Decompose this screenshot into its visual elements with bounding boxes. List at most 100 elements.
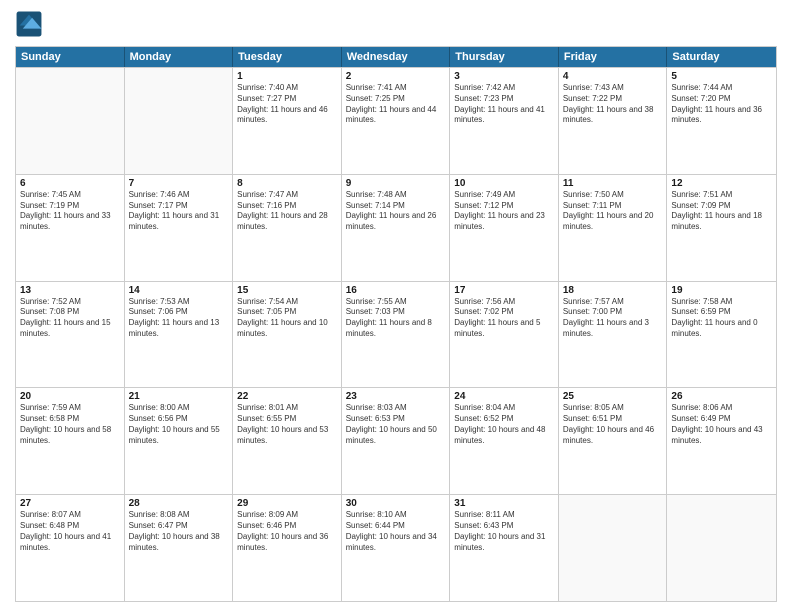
- day-detail: Sunrise: 8:07 AM Sunset: 6:48 PM Dayligh…: [20, 510, 120, 553]
- calendar-cell: 27Sunrise: 8:07 AM Sunset: 6:48 PM Dayli…: [16, 495, 125, 601]
- day-detail: Sunrise: 7:54 AM Sunset: 7:05 PM Dayligh…: [237, 297, 337, 340]
- calendar-cell: 28Sunrise: 8:08 AM Sunset: 6:47 PM Dayli…: [125, 495, 234, 601]
- day-detail: Sunrise: 7:48 AM Sunset: 7:14 PM Dayligh…: [346, 190, 446, 233]
- calendar-cell: [16, 68, 125, 174]
- calendar-cell: 31Sunrise: 8:11 AM Sunset: 6:43 PM Dayli…: [450, 495, 559, 601]
- calendar: SundayMondayTuesdayWednesdayThursdayFrid…: [15, 46, 777, 602]
- day-number: 8: [237, 178, 337, 189]
- calendar-cell: 19Sunrise: 7:58 AM Sunset: 6:59 PM Dayli…: [667, 282, 776, 388]
- day-number: 20: [20, 391, 120, 402]
- day-detail: Sunrise: 7:42 AM Sunset: 7:23 PM Dayligh…: [454, 83, 554, 126]
- calendar-cell: 22Sunrise: 8:01 AM Sunset: 6:55 PM Dayli…: [233, 388, 342, 494]
- calendar-cell: [125, 68, 234, 174]
- calendar-cell: 10Sunrise: 7:49 AM Sunset: 7:12 PM Dayli…: [450, 175, 559, 281]
- calendar-cell: 12Sunrise: 7:51 AM Sunset: 7:09 PM Dayli…: [667, 175, 776, 281]
- calendar-cell: 14Sunrise: 7:53 AM Sunset: 7:06 PM Dayli…: [125, 282, 234, 388]
- day-number: 12: [671, 178, 772, 189]
- day-number: 16: [346, 285, 446, 296]
- calendar-cell: 21Sunrise: 8:00 AM Sunset: 6:56 PM Dayli…: [125, 388, 234, 494]
- header: [15, 10, 777, 38]
- day-detail: Sunrise: 7:44 AM Sunset: 7:20 PM Dayligh…: [671, 83, 772, 126]
- weekday-header: Friday: [559, 47, 668, 67]
- day-number: 29: [237, 498, 337, 509]
- calendar-cell: [559, 495, 668, 601]
- day-detail: Sunrise: 7:41 AM Sunset: 7:25 PM Dayligh…: [346, 83, 446, 126]
- day-detail: Sunrise: 7:57 AM Sunset: 7:00 PM Dayligh…: [563, 297, 663, 340]
- calendar-cell: 29Sunrise: 8:09 AM Sunset: 6:46 PM Dayli…: [233, 495, 342, 601]
- day-number: 11: [563, 178, 663, 189]
- day-detail: Sunrise: 7:49 AM Sunset: 7:12 PM Dayligh…: [454, 190, 554, 233]
- day-number: 13: [20, 285, 120, 296]
- page: SundayMondayTuesdayWednesdayThursdayFrid…: [0, 0, 792, 612]
- calendar-cell: 6Sunrise: 7:45 AM Sunset: 7:19 PM Daylig…: [16, 175, 125, 281]
- calendar-cell: 15Sunrise: 7:54 AM Sunset: 7:05 PM Dayli…: [233, 282, 342, 388]
- day-detail: Sunrise: 7:45 AM Sunset: 7:19 PM Dayligh…: [20, 190, 120, 233]
- day-detail: Sunrise: 7:56 AM Sunset: 7:02 PM Dayligh…: [454, 297, 554, 340]
- calendar-row: 27Sunrise: 8:07 AM Sunset: 6:48 PM Dayli…: [16, 494, 776, 601]
- day-detail: Sunrise: 8:04 AM Sunset: 6:52 PM Dayligh…: [454, 403, 554, 446]
- day-number: 25: [563, 391, 663, 402]
- day-number: 5: [671, 71, 772, 82]
- day-number: 15: [237, 285, 337, 296]
- calendar-row: 6Sunrise: 7:45 AM Sunset: 7:19 PM Daylig…: [16, 174, 776, 281]
- calendar-cell: 16Sunrise: 7:55 AM Sunset: 7:03 PM Dayli…: [342, 282, 451, 388]
- day-number: 24: [454, 391, 554, 402]
- calendar-cell: 1Sunrise: 7:40 AM Sunset: 7:27 PM Daylig…: [233, 68, 342, 174]
- day-number: 28: [129, 498, 229, 509]
- day-detail: Sunrise: 8:03 AM Sunset: 6:53 PM Dayligh…: [346, 403, 446, 446]
- day-detail: Sunrise: 8:01 AM Sunset: 6:55 PM Dayligh…: [237, 403, 337, 446]
- calendar-cell: 24Sunrise: 8:04 AM Sunset: 6:52 PM Dayli…: [450, 388, 559, 494]
- calendar-cell: 13Sunrise: 7:52 AM Sunset: 7:08 PM Dayli…: [16, 282, 125, 388]
- day-number: 30: [346, 498, 446, 509]
- calendar-cell: 17Sunrise: 7:56 AM Sunset: 7:02 PM Dayli…: [450, 282, 559, 388]
- day-detail: Sunrise: 8:10 AM Sunset: 6:44 PM Dayligh…: [346, 510, 446, 553]
- weekday-header: Tuesday: [233, 47, 342, 67]
- calendar-body: 1Sunrise: 7:40 AM Sunset: 7:27 PM Daylig…: [16, 67, 776, 601]
- day-detail: Sunrise: 8:06 AM Sunset: 6:49 PM Dayligh…: [671, 403, 772, 446]
- calendar-row: 20Sunrise: 7:59 AM Sunset: 6:58 PM Dayli…: [16, 387, 776, 494]
- day-number: 9: [346, 178, 446, 189]
- day-detail: Sunrise: 8:09 AM Sunset: 6:46 PM Dayligh…: [237, 510, 337, 553]
- weekday-header: Monday: [125, 47, 234, 67]
- logo-icon: [15, 10, 43, 38]
- weekday-header: Wednesday: [342, 47, 451, 67]
- day-number: 4: [563, 71, 663, 82]
- day-number: 19: [671, 285, 772, 296]
- logo: [15, 10, 47, 38]
- calendar-cell: 5Sunrise: 7:44 AM Sunset: 7:20 PM Daylig…: [667, 68, 776, 174]
- calendar-cell: 4Sunrise: 7:43 AM Sunset: 7:22 PM Daylig…: [559, 68, 668, 174]
- day-detail: Sunrise: 8:00 AM Sunset: 6:56 PM Dayligh…: [129, 403, 229, 446]
- day-number: 18: [563, 285, 663, 296]
- day-number: 22: [237, 391, 337, 402]
- weekday-header: Thursday: [450, 47, 559, 67]
- calendar-header: SundayMondayTuesdayWednesdayThursdayFrid…: [16, 47, 776, 67]
- day-number: 7: [129, 178, 229, 189]
- calendar-cell: [667, 495, 776, 601]
- day-detail: Sunrise: 7:58 AM Sunset: 6:59 PM Dayligh…: [671, 297, 772, 340]
- calendar-cell: 7Sunrise: 7:46 AM Sunset: 7:17 PM Daylig…: [125, 175, 234, 281]
- calendar-cell: 23Sunrise: 8:03 AM Sunset: 6:53 PM Dayli…: [342, 388, 451, 494]
- day-detail: Sunrise: 8:05 AM Sunset: 6:51 PM Dayligh…: [563, 403, 663, 446]
- calendar-row: 13Sunrise: 7:52 AM Sunset: 7:08 PM Dayli…: [16, 281, 776, 388]
- day-detail: Sunrise: 8:11 AM Sunset: 6:43 PM Dayligh…: [454, 510, 554, 553]
- day-detail: Sunrise: 7:53 AM Sunset: 7:06 PM Dayligh…: [129, 297, 229, 340]
- calendar-cell: 3Sunrise: 7:42 AM Sunset: 7:23 PM Daylig…: [450, 68, 559, 174]
- day-detail: Sunrise: 7:43 AM Sunset: 7:22 PM Dayligh…: [563, 83, 663, 126]
- weekday-header: Saturday: [667, 47, 776, 67]
- day-number: 23: [346, 391, 446, 402]
- day-detail: Sunrise: 7:59 AM Sunset: 6:58 PM Dayligh…: [20, 403, 120, 446]
- day-number: 26: [671, 391, 772, 402]
- day-detail: Sunrise: 7:50 AM Sunset: 7:11 PM Dayligh…: [563, 190, 663, 233]
- day-detail: Sunrise: 7:47 AM Sunset: 7:16 PM Dayligh…: [237, 190, 337, 233]
- calendar-cell: 8Sunrise: 7:47 AM Sunset: 7:16 PM Daylig…: [233, 175, 342, 281]
- calendar-row: 1Sunrise: 7:40 AM Sunset: 7:27 PM Daylig…: [16, 67, 776, 174]
- day-detail: Sunrise: 7:52 AM Sunset: 7:08 PM Dayligh…: [20, 297, 120, 340]
- day-number: 31: [454, 498, 554, 509]
- day-detail: Sunrise: 7:46 AM Sunset: 7:17 PM Dayligh…: [129, 190, 229, 233]
- day-detail: Sunrise: 7:55 AM Sunset: 7:03 PM Dayligh…: [346, 297, 446, 340]
- day-number: 27: [20, 498, 120, 509]
- calendar-cell: 26Sunrise: 8:06 AM Sunset: 6:49 PM Dayli…: [667, 388, 776, 494]
- day-number: 14: [129, 285, 229, 296]
- calendar-cell: 25Sunrise: 8:05 AM Sunset: 6:51 PM Dayli…: [559, 388, 668, 494]
- day-detail: Sunrise: 7:40 AM Sunset: 7:27 PM Dayligh…: [237, 83, 337, 126]
